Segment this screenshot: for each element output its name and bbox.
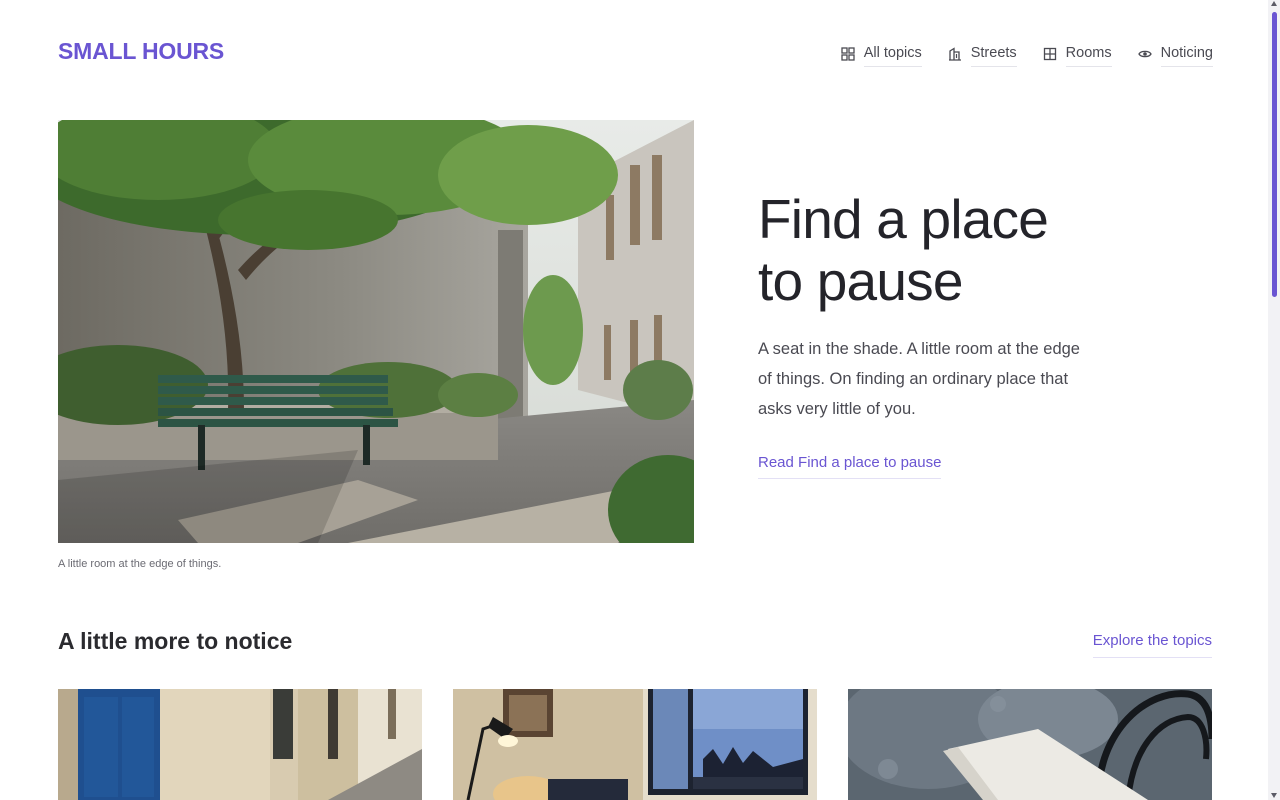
nav-label: Streets xyxy=(970,45,1017,67)
hero-image[interactable] xyxy=(58,120,694,543)
nav-label: Noticing xyxy=(1160,45,1213,67)
article-card[interactable] xyxy=(848,689,1212,800)
scroll-down-icon[interactable] xyxy=(1271,793,1277,798)
hero-caption: A little room at the edge of things. xyxy=(58,558,222,570)
scroll-thumb[interactable] xyxy=(1272,12,1277,297)
hero-excerpt: A seat in the shade. A little room at th… xyxy=(758,340,1080,418)
page: SMALL HOURS All topics Streets Rooms Not… xyxy=(0,0,1280,800)
hero-title: Find a place to pause xyxy=(758,188,1178,312)
site-logo[interactable]: SMALL HOURS xyxy=(58,38,224,65)
nav-item-all-topics[interactable]: All topics xyxy=(841,40,922,67)
hero-title-line: to pause xyxy=(758,250,963,312)
explore-topics-link[interactable]: Explore the topics xyxy=(1092,632,1212,658)
grid-icon xyxy=(841,46,855,61)
eye-icon xyxy=(1137,50,1152,57)
page-scrollbar[interactable] xyxy=(1268,0,1280,800)
site-header: SMALL HOURS All topics Streets Rooms Not… xyxy=(58,30,1213,74)
hero-text: Find a place to pause A seat in the shad… xyxy=(758,188,1178,479)
section-title: A little more to notice xyxy=(58,628,293,654)
scroll-up-icon[interactable] xyxy=(1271,1,1277,6)
nav-item-rooms[interactable]: Rooms xyxy=(1043,40,1112,67)
chair-notebook-photo xyxy=(848,689,1212,800)
nav-item-noticing[interactable]: Noticing xyxy=(1137,40,1213,67)
main-nav: All topics Streets Rooms Noticing xyxy=(841,40,1213,67)
hero-title-line: Find a place xyxy=(758,188,1049,250)
bench-courtyard-photo xyxy=(58,120,694,543)
building-icon xyxy=(948,46,961,61)
article-card[interactable] xyxy=(453,689,817,800)
nav-label: All topics xyxy=(863,45,922,67)
window-icon xyxy=(1043,47,1056,60)
lamp-room-window-photo xyxy=(453,689,817,800)
read-article-link[interactable]: Read Find a place to pause xyxy=(758,454,942,479)
nav-item-streets[interactable]: Streets xyxy=(948,40,1017,67)
article-card[interactable] xyxy=(58,689,422,800)
blue-door-street-photo xyxy=(58,689,422,800)
nav-label: Rooms xyxy=(1065,45,1112,67)
